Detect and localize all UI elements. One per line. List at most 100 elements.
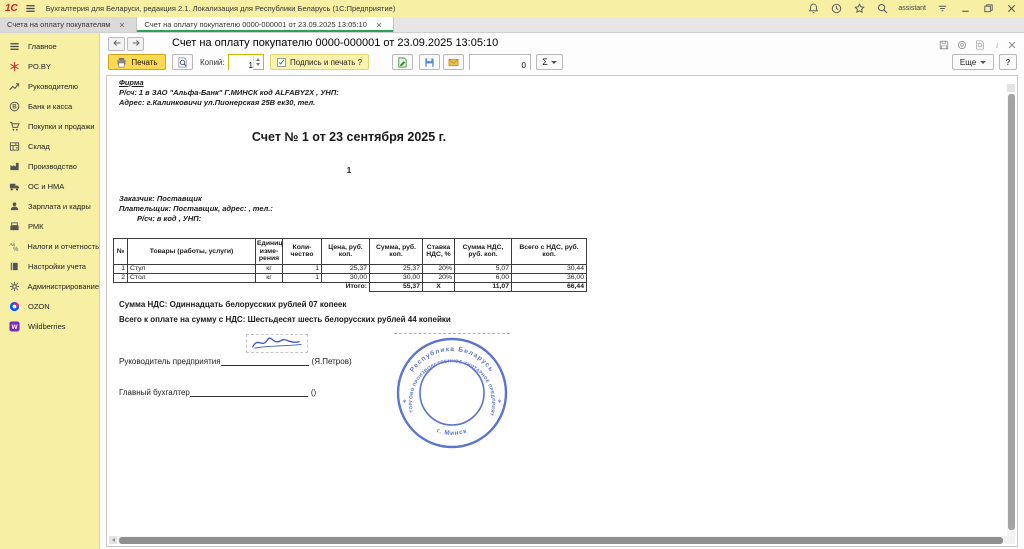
forward-button[interactable] [127, 37, 144, 51]
send-email-button[interactable] [443, 54, 464, 70]
sign-and-stamp-toggle[interactable]: Подпись и печать ? [270, 54, 369, 70]
sign-doc-icon [397, 57, 408, 68]
print-preview-button[interactable] [172, 54, 193, 70]
sidebar-item-proizvodstvo[interactable]: Производство [0, 156, 99, 176]
sidebar-item-label: Зарплата и кадры [28, 202, 91, 211]
restore-window-icon[interactable] [981, 3, 995, 15]
total-label: Итого: [114, 282, 370, 291]
svg-text:%: % [13, 247, 19, 252]
attach-circle-icon[interactable] [956, 39, 968, 50]
company-stamp: Республика Беларусь ТОРГОВО ПРОИЗВОДСТВЕ… [394, 335, 510, 451]
vertical-scrollbar-thumb[interactable] [1008, 94, 1015, 530]
asterisk-icon [8, 60, 21, 72]
sidebar-item-label: Склад [28, 142, 50, 151]
table-header-row: №Товары (работы, услуги)Единица изме-рен… [114, 239, 587, 265]
bank-icon: B [8, 100, 21, 112]
scroll-up-button[interactable] [1007, 84, 1015, 92]
copies-stepper[interactable] [228, 54, 264, 70]
filter-settings-icon[interactable] [935, 3, 949, 15]
firm-account-line: Р/сч: 1 в ЗАО "Альфа-Банк" Г.МИНСК код A… [119, 88, 339, 97]
table-cell: 25,37 [370, 264, 423, 273]
info-icon[interactable]: i [991, 39, 1003, 50]
back-button[interactable] [108, 37, 125, 51]
checkbox-checked-icon[interactable] [277, 58, 286, 67]
close-tab-icon[interactable] [115, 19, 129, 31]
sidebar-item-administrirovanie[interactable]: Администрирование [0, 276, 99, 296]
chart-icon [8, 80, 21, 92]
save-gray-icon[interactable] [938, 39, 950, 50]
main-menu-icon[interactable] [24, 3, 38, 15]
sidebar-item-ozon[interactable]: OZON [0, 296, 99, 316]
sigma-icon: Σ [542, 57, 548, 67]
sidebar-item-label: Банк и касса [28, 102, 72, 111]
total-with-vat: 66,44 [512, 282, 587, 291]
sidebar-item-os-nma[interactable]: ОС и НМА [0, 176, 99, 196]
stamp-star-right: ∗ [497, 399, 502, 405]
table-column-header: Ставка НДС, % [423, 239, 455, 265]
sidebar-item-wildberries[interactable]: WWildberries [0, 316, 99, 336]
table-column-header: Единица изме-рения [256, 239, 283, 265]
table-cell: кг [256, 273, 283, 282]
sidebar-item-label: Налоги и отчетность [27, 242, 99, 251]
table-cell: 30,44 [512, 264, 587, 273]
more-button[interactable]: Еще [952, 54, 994, 70]
tab-invoice-list[interactable]: Счета на оплату покупателям [0, 17, 137, 32]
close-tab-icon[interactable] [372, 19, 386, 31]
close-document-icon[interactable] [1006, 39, 1018, 50]
preview-gray-icon[interactable] [974, 39, 986, 50]
sum-functions-button[interactable]: Σ [536, 54, 563, 70]
tab-invoice-document[interactable]: Счет на оплату покупателю 0000-000001 от… [137, 17, 393, 32]
stamp-star-left: ∗ [402, 399, 407, 405]
stepper-arrows[interactable] [253, 56, 262, 68]
favorites-star-icon[interactable] [852, 3, 866, 15]
minimize-icon[interactable] [958, 3, 972, 15]
help-button[interactable]: ? [999, 54, 1017, 70]
scroll-left-button[interactable] [109, 536, 117, 544]
table-cell: 30,00 [322, 273, 370, 282]
sidebar-item-sklad[interactable]: Склад [0, 136, 99, 156]
close-window-icon[interactable] [1004, 3, 1018, 15]
ozon-logo-icon [8, 300, 21, 312]
sidebar-item-roby[interactable]: PO.BY [0, 56, 99, 76]
table-cell: 36,00 [512, 273, 587, 282]
save-file-button[interactable] [419, 54, 440, 70]
vat-amount-words: Сумма НДС: Одиннадцать белорусских рубле… [119, 300, 346, 309]
assistant-user-label[interactable]: assistant [898, 5, 926, 12]
payer-line: Плательщик: Поставщик, адрес: , тел.: [119, 204, 273, 213]
print-button[interactable]: Печать [108, 54, 166, 70]
print-button-label: Печать [131, 58, 157, 67]
signature-line [221, 358, 309, 366]
sidebar-item-nalogi[interactable]: Ав%Налоги и отчетность [0, 236, 99, 256]
sidebar-item-label: Покупки и продажи [28, 122, 95, 131]
sidebar-item-label: PO.BY [28, 62, 51, 71]
1c-logo-icon: 1С [5, 3, 18, 14]
sidebar-item-bank-kassa[interactable]: B Банк и касса [0, 96, 99, 116]
sidebar-item-label: Wildberries [28, 322, 66, 331]
history-icon[interactable] [829, 3, 843, 15]
total-vat-mark: X [423, 282, 455, 291]
sidebar-item-rukovoditelyu[interactable]: Руководителю [0, 76, 99, 96]
signature-settings-button[interactable] [392, 54, 413, 70]
table-cell: 1 [114, 264, 128, 273]
copies-input[interactable] [229, 59, 253, 73]
sidebar-item-glavnoe[interactable]: Главное [0, 36, 99, 56]
sidebar-item-rmk[interactable]: РМК [0, 216, 99, 236]
horizontal-scrollbar-thumb[interactable] [119, 537, 1003, 544]
person-icon [8, 200, 21, 212]
sidebar-item-label: Администрирование [27, 282, 99, 291]
page-number: 1 [107, 166, 591, 175]
sum-field[interactable] [469, 54, 531, 70]
table-cell: 30,00 [370, 273, 423, 282]
sidebar-item-nastroyki-ucheta[interactable]: Настройки учета [0, 256, 99, 276]
sidebar-item-zarplata-kadry[interactable]: Зарплата и кадры [0, 196, 99, 216]
sidebar-item-pokupki-prodazhi[interactable]: Покупки и продажи [0, 116, 99, 136]
table-cell: кг [256, 264, 283, 273]
sum-input[interactable] [470, 59, 530, 73]
sidebar-item-label: Производство [28, 162, 77, 171]
menu-lines-icon [8, 40, 21, 52]
more-button-label: Еще [960, 58, 976, 67]
notifications-bell-icon[interactable] [806, 3, 820, 15]
search-icon[interactable] [875, 3, 889, 15]
customer-line: Заказчик: Поставщик [119, 194, 202, 203]
app-title: Бухгалтерия для Беларуси, редакция 2.1. … [46, 4, 396, 13]
